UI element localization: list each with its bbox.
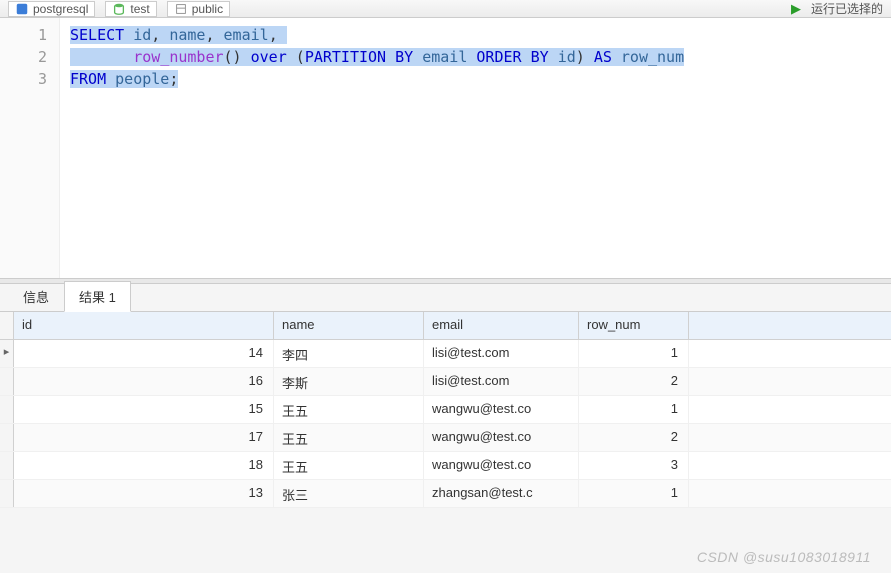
- table-row[interactable]: 13张三zhangsan@test.c1: [0, 480, 891, 508]
- row-marker: [0, 368, 14, 395]
- cell-name[interactable]: 张三: [274, 480, 424, 507]
- watermark: CSDN @susu1083018911: [697, 549, 871, 565]
- grid-header: id name email row_num: [0, 312, 891, 340]
- code-line: row_number() over (PARTITION BY email OR…: [70, 46, 881, 68]
- schema-selector[interactable]: public: [167, 1, 230, 17]
- connection-label: postgresql: [33, 2, 88, 16]
- column-header-id[interactable]: id: [14, 312, 274, 339]
- cell-id[interactable]: 15: [14, 396, 274, 423]
- result-tabs: 信息 结果 1: [0, 284, 891, 312]
- cell-name[interactable]: 李斯: [274, 368, 424, 395]
- table-row[interactable]: 15王五wangwu@test.co1: [0, 396, 891, 424]
- cell-name[interactable]: 王五: [274, 424, 424, 451]
- cell-name[interactable]: 王五: [274, 452, 424, 479]
- cell-email[interactable]: zhangsan@test.c: [424, 480, 579, 507]
- table-row[interactable]: 16李斯lisi@test.com2: [0, 368, 891, 396]
- column-header-email[interactable]: email: [424, 312, 579, 339]
- row-marker: [0, 480, 14, 507]
- schema-label: public: [192, 2, 223, 16]
- cell-rownum[interactable]: 1: [579, 340, 689, 367]
- grid-body: ▸14李四lisi@test.com116李斯lisi@test.com215王…: [0, 340, 891, 508]
- cell-email[interactable]: wangwu@test.co: [424, 452, 579, 479]
- column-header-name[interactable]: name: [274, 312, 424, 339]
- row-marker: [0, 424, 14, 451]
- table-row[interactable]: 18王五wangwu@test.co3: [0, 452, 891, 480]
- cell-id[interactable]: 17: [14, 424, 274, 451]
- cell-id[interactable]: 16: [14, 368, 274, 395]
- cell-email[interactable]: wangwu@test.co: [424, 396, 579, 423]
- line-gutter: 1 2 3: [0, 18, 60, 278]
- table-row[interactable]: ▸14李四lisi@test.com1: [0, 340, 891, 368]
- row-marker: ▸: [0, 340, 14, 367]
- schema-icon: [174, 2, 188, 16]
- line-number: 3: [0, 68, 47, 90]
- table-row[interactable]: 17王五wangwu@test.co2: [0, 424, 891, 452]
- connection-icon: [15, 2, 29, 16]
- connection-selector[interactable]: postgresql: [8, 1, 95, 17]
- toolbar: postgresql test public ▶ 运行已选择的: [0, 0, 891, 18]
- sql-editor[interactable]: 1 2 3 SELECT id, name, email, row_number…: [0, 18, 891, 278]
- cell-email[interactable]: lisi@test.com: [424, 340, 579, 367]
- database-selector[interactable]: test: [105, 1, 156, 17]
- code-line: SELECT id, name, email,: [70, 24, 881, 46]
- cell-id[interactable]: 13: [14, 480, 274, 507]
- cell-id[interactable]: 14: [14, 340, 274, 367]
- result-grid: id name email row_num ▸14李四lisi@test.com…: [0, 312, 891, 508]
- tab-result-1[interactable]: 结果 1: [64, 281, 131, 312]
- database-icon: [112, 2, 126, 16]
- line-number: 2: [0, 46, 47, 68]
- cell-rownum[interactable]: 2: [579, 368, 689, 395]
- cell-id[interactable]: 18: [14, 452, 274, 479]
- cell-email[interactable]: wangwu@test.co: [424, 424, 579, 451]
- run-icon[interactable]: ▶: [791, 1, 801, 17]
- row-marker: [0, 396, 14, 423]
- database-label: test: [130, 2, 149, 16]
- cell-name[interactable]: 李四: [274, 340, 424, 367]
- row-marker-header: [0, 312, 14, 339]
- tab-info[interactable]: 信息: [8, 281, 64, 311]
- cell-rownum[interactable]: 3: [579, 452, 689, 479]
- code-line: FROM people;: [70, 68, 881, 90]
- line-number: 1: [0, 24, 47, 46]
- cell-rownum[interactable]: 1: [579, 480, 689, 507]
- column-header-rownum[interactable]: row_num: [579, 312, 689, 339]
- row-marker: [0, 452, 14, 479]
- cell-name[interactable]: 王五: [274, 396, 424, 423]
- code-area[interactable]: SELECT id, name, email, row_number() ove…: [60, 18, 891, 278]
- run-label: 运行已选择的: [811, 0, 883, 17]
- cell-rownum[interactable]: 2: [579, 424, 689, 451]
- cell-rownum[interactable]: 1: [579, 396, 689, 423]
- cell-email[interactable]: lisi@test.com: [424, 368, 579, 395]
